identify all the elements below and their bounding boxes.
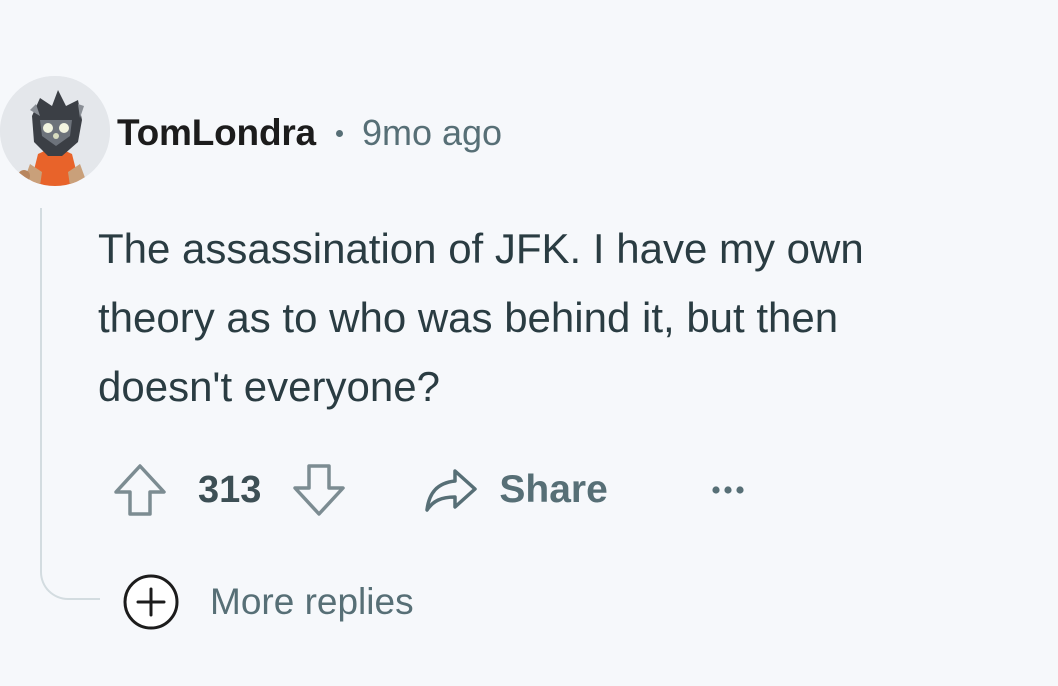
share-label: Share	[499, 468, 608, 511]
comment: TomLondra 9mo ago The assassination of J…	[0, 0, 1058, 686]
comment-body: The assassination of JFK. I have my own …	[98, 214, 1038, 421]
plus-circle-icon	[122, 573, 180, 631]
more-replies-button[interactable]: More replies	[122, 574, 414, 630]
more-replies-label: More replies	[210, 581, 414, 622]
thread-line[interactable]	[40, 208, 100, 600]
share-button[interactable]: Share	[423, 467, 608, 513]
upvote-arrow-icon[interactable]	[112, 460, 168, 520]
vote-score: 313	[198, 468, 262, 511]
share-arrow-icon	[423, 467, 479, 513]
avatar[interactable]	[0, 76, 110, 186]
timestamp[interactable]: 9mo ago	[362, 112, 502, 154]
comment-header: TomLondra 9mo ago	[117, 108, 502, 158]
comment-actions: 313 Share	[112, 458, 750, 522]
comment-body-line: The assassination of JFK. I have my own	[98, 225, 864, 272]
username[interactable]: TomLondra	[117, 112, 316, 154]
comment-body-line: theory as to who was behind it, but then	[98, 294, 839, 341]
avatar-image	[0, 76, 110, 186]
ellipsis-icon[interactable]	[706, 475, 750, 505]
comment-body-line: doesn't everyone?	[98, 363, 440, 410]
downvote-arrow-icon[interactable]	[291, 460, 347, 520]
meta-separator-dot	[335, 129, 343, 137]
